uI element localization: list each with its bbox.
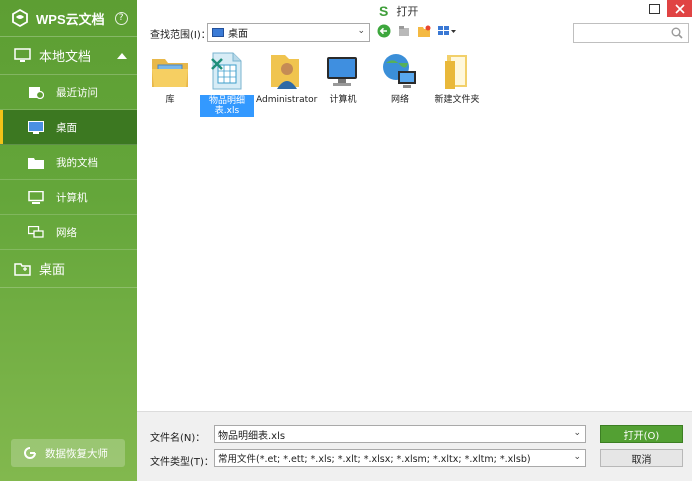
look-in-value: 桌面 [228,29,248,40]
file-list-pane[interactable]: 库 物品明细表.xls Administrator 计算机 网络 新建文件夹 [137,45,692,411]
file-item-network[interactable]: 网络 [371,49,429,105]
search-input[interactable] [573,23,689,43]
collapse-caret-icon[interactable] [117,52,127,59]
sidebar-item-label: 桌面 [56,121,77,134]
sidebar-item-desktop[interactable]: 桌面 [0,110,137,145]
wps-cloud-logo-icon [12,8,28,28]
file-name: 物品明细表.xls [200,95,254,117]
recent-docs-icon [29,86,44,99]
close-button[interactable] [667,0,692,17]
filetype-value: 常用文件(*.et; *.ett; *.xls; *.xlt; *.xlsx; … [218,454,531,465]
recovery-icon [24,447,36,459]
filename-input[interactable]: 物品明细表.xls ⌄ [214,425,586,443]
computer-icon [28,190,44,204]
sidebar-item-label: 网络 [56,226,77,239]
file-item-spreadsheet[interactable]: 物品明细表.xls [200,49,254,117]
sidebar-item-network[interactable]: 网络 [0,215,137,250]
title-bar: S 打开 [137,0,692,21]
file-item-library[interactable]: 库 [141,49,199,105]
search-icon[interactable] [671,27,683,39]
wps-spreadsheet-logo-icon: S [379,3,389,19]
back-arrow-icon[interactable] [377,24,391,38]
filetype-label: 文件类型(T)： [150,457,214,468]
desktop-icon [28,120,44,134]
file-name: 网络 [390,95,409,105]
look-in-select[interactable]: 桌面 ⌄ [207,23,370,42]
close-icon [674,3,685,14]
help-icon[interactable]: ? [114,11,128,25]
monitor-icon [14,48,31,62]
file-name: 新建文件夹 [434,95,480,105]
file-name: 库 [165,95,175,105]
excel-file-icon [211,52,242,90]
chevron-down-icon[interactable]: ⌄ [573,452,581,462]
sidebar: WPS云文档 ? 本地文档 最近访问 桌面 我的文档 计算机 网络 桌面 数据恢… [0,0,137,481]
look-in-label: 查找范围(I)： [150,30,211,41]
maximize-icon [648,3,660,14]
folder-icon [445,55,467,89]
folder-icon [28,157,44,169]
sidebar-item-computer[interactable]: 计算机 [0,180,137,215]
cancel-button[interactable]: 取消 [600,449,683,467]
file-item-computer[interactable]: 计算机 [314,49,372,105]
maximize-button[interactable] [642,0,666,17]
new-folder-icon[interactable] [417,24,431,38]
view-menu-icon[interactable] [437,24,457,38]
file-item-new-folder[interactable]: 新建文件夹 [427,49,487,105]
file-name: 计算机 [329,95,357,105]
open-button[interactable]: 打开(O) [600,425,683,443]
section-desktop-label: 桌面 [39,263,66,278]
desktop-folder-icon [14,263,31,276]
file-item-administrator[interactable]: Administrator [256,49,318,105]
computer-icon [327,57,357,86]
library-icon [152,59,188,87]
file-name: Administrator [256,95,318,105]
network-icon [28,225,44,238]
section-desktop[interactable]: 桌面 [0,250,137,288]
dialog-title: 打开 [396,5,419,18]
chevron-down-icon: ⌄ [357,26,365,36]
network-icon [383,54,416,88]
sidebar-item-label: 我的文档 [56,156,98,169]
sidebar-item-recent[interactable]: 最近访问 [0,75,137,110]
desktop-icon [212,28,224,37]
chevron-down-icon[interactable]: ⌄ [573,428,581,438]
data-recovery-label: 数据恢复大师 [45,447,108,460]
data-recovery-button[interactable]: 数据恢复大师 [11,439,125,467]
filename-value: 物品明细表.xls [218,430,286,442]
toolbar: 查找范围(I)： 桌面 ⌄ [137,21,692,45]
sidebar-header: WPS云文档 ? [0,0,137,37]
sidebar-item-label: 计算机 [56,191,88,204]
filename-label: 文件名(N)： [150,433,206,444]
window-title: S 打开 [379,3,418,19]
app-title: WPS云文档 [36,11,105,27]
filetype-select[interactable]: 常用文件(*.et; *.ett; *.xls; *.xlt; *.xlsx; … [214,449,586,467]
bottom-panel: 文件名(N)： 物品明细表.xls ⌄ 文件类型(T)： 常用文件(*.et; … [137,411,692,481]
section-local-docs-label: 本地文档 [39,50,92,65]
user-folder-icon [271,55,299,89]
up-folder-icon[interactable] [397,24,411,38]
sidebar-item-label: 最近访问 [56,86,98,99]
section-local-docs[interactable]: 本地文档 [0,37,137,75]
toolbar-icons [377,24,457,38]
sidebar-item-my-documents[interactable]: 我的文档 [0,145,137,180]
